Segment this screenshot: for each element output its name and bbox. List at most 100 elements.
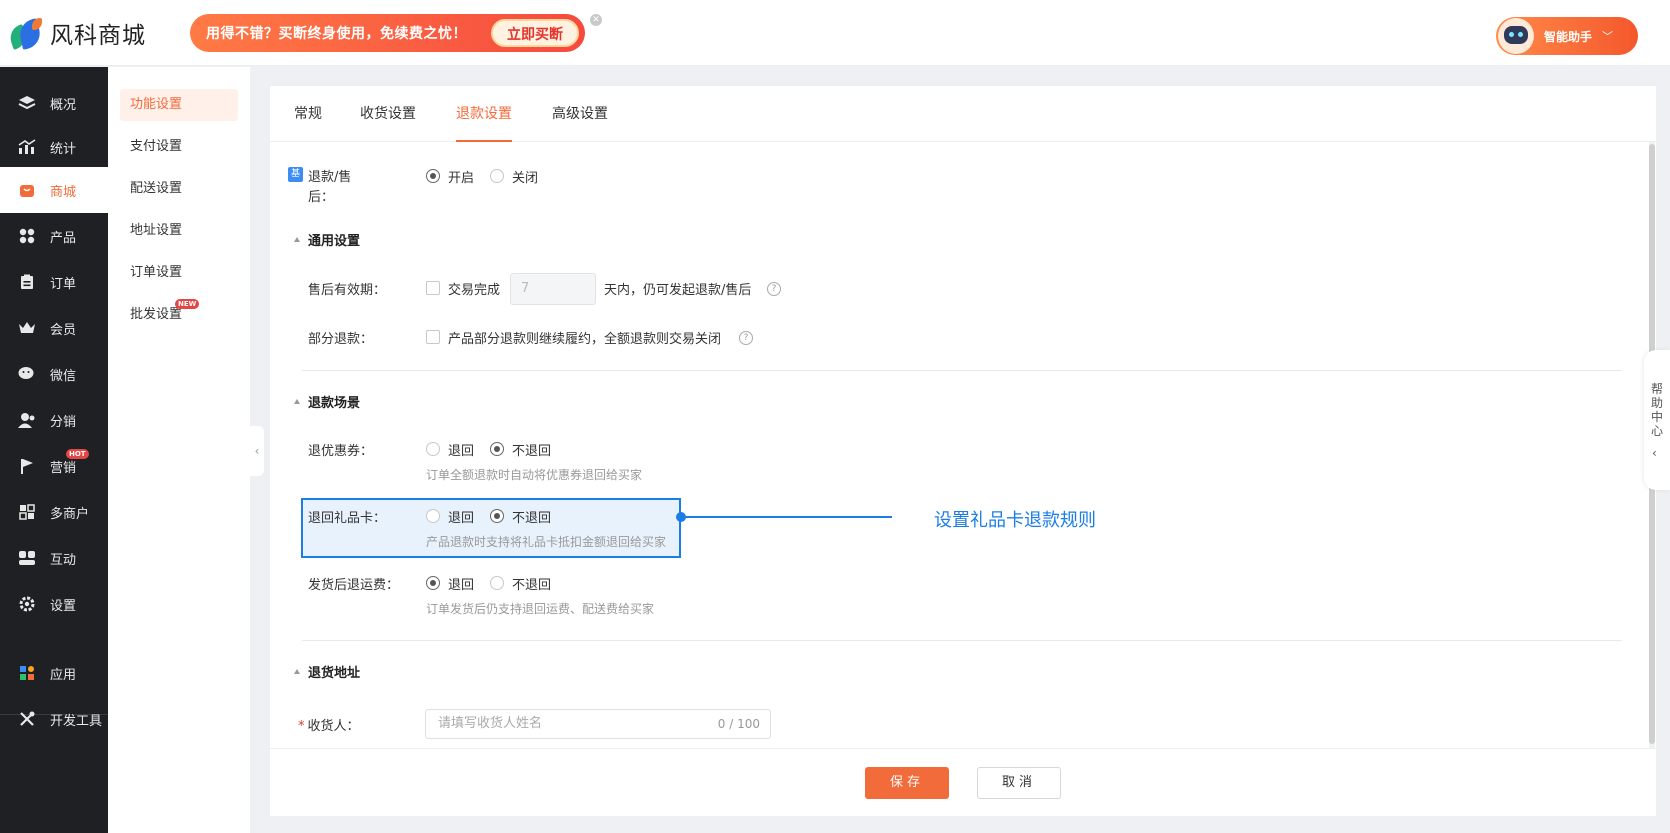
collapse-sidebar-chevron-icon[interactable]: ‹ xyxy=(250,426,264,476)
sidebar-item-orders[interactable]: 订单 xyxy=(0,259,108,305)
coupon-no-return-radio[interactable] xyxy=(490,442,504,456)
sidebar-item-interaction[interactable]: 互动 xyxy=(0,535,108,581)
sidebar-item-dev-tools[interactable]: 开发工具 xyxy=(0,696,108,742)
sidebar-item-wechat[interactable]: 微信 xyxy=(0,351,108,397)
help-question-icon[interactable]: ? xyxy=(767,282,781,296)
sidebar-item-multi-merchant[interactable]: 多商户 xyxy=(0,489,108,535)
refund-aftersale-label-line1: 退款/售 xyxy=(308,170,352,185)
shop-bag-icon xyxy=(18,181,36,199)
aftersale-days-input[interactable]: 7 xyxy=(510,273,596,305)
assistant-button[interactable]: 智能助手 ﹀ xyxy=(1496,17,1638,55)
refund-off-label[interactable]: 关闭 xyxy=(512,167,538,186)
tab-general[interactable]: 常规 xyxy=(294,86,322,142)
sidebar-item-stats[interactable]: 统计 xyxy=(0,124,108,170)
giftcard-return-label[interactable]: 退回 xyxy=(448,507,474,526)
robot-avatar-icon xyxy=(1498,18,1534,54)
clipboard-icon xyxy=(18,273,36,291)
refund-on-label[interactable]: 开启 xyxy=(448,167,474,186)
collapse-triangle-icon[interactable] xyxy=(294,669,300,674)
refund-on-radio[interactable] xyxy=(426,169,440,183)
section-divider xyxy=(302,370,1622,371)
tab-bar: 常规 收货设置 退款设置 高级设置 xyxy=(270,86,1656,142)
aftersale-checkbox[interactable] xyxy=(426,281,440,295)
tab-receiving[interactable]: 收货设置 xyxy=(360,86,416,142)
partial-refund-checkbox[interactable] xyxy=(426,330,440,344)
sidebar-item-label: 商城 xyxy=(50,184,77,200)
logo-mark-icon xyxy=(6,18,44,50)
cancel-button[interactable]: 取消 xyxy=(977,767,1061,799)
giftcard-no-return-radio[interactable] xyxy=(490,509,504,523)
tab-advanced[interactable]: 高级设置 xyxy=(552,86,608,142)
sidebar-item-marketing[interactable]: 营销 HOT xyxy=(0,443,108,489)
coupon-refund-label: 退优惠券： xyxy=(308,444,374,459)
help-question-icon[interactable]: ? xyxy=(739,331,753,345)
sidebar-item-overview[interactable]: 概况 xyxy=(0,80,108,126)
help-center-label: 帮助中心 xyxy=(1651,382,1664,438)
subnav-item-function-settings[interactable]: 功能设置 xyxy=(120,89,238,121)
callout-line xyxy=(684,516,892,518)
coupon-return-radio[interactable] xyxy=(426,442,440,456)
shipping-no-return-label[interactable]: 不退回 xyxy=(512,574,551,593)
giftcard-return-radio[interactable] xyxy=(426,509,440,523)
shipping-return-label[interactable]: 退回 xyxy=(448,574,474,593)
partial-refund-checkbox-label[interactable]: 产品部分退款则继续履约，全额退款则交易关闭 xyxy=(448,328,721,347)
logo[interactable]: 风科商城 xyxy=(6,16,146,50)
people-icon xyxy=(18,549,36,567)
chevron-left-icon: ‹ xyxy=(1652,446,1657,460)
sidebar-item-label: 分销 xyxy=(50,414,77,430)
logo-text: 风科商城 xyxy=(50,23,146,49)
receiver-name-placeholder: 请填写收货人姓名 xyxy=(438,716,543,731)
apps-icon xyxy=(18,664,36,682)
sidebar-item-products[interactable]: 产品 xyxy=(0,213,108,259)
refund-off-radio[interactable] xyxy=(490,169,504,183)
aftersale-period-label: 售后有效期： xyxy=(308,283,387,298)
sidebar-item-label: 概况 xyxy=(50,97,77,113)
collapse-triangle-icon[interactable] xyxy=(294,237,300,242)
receiver-name-input[interactable]: 请填写收货人姓名 0 / 100 xyxy=(425,709,771,739)
shipping-return-radio[interactable] xyxy=(426,576,440,590)
promo-banner[interactable]: 用得不错？买断终身使用，免续费之忧！ 立即买断 xyxy=(190,14,585,52)
section-title-refund-scene: 退款场景 xyxy=(308,396,361,411)
top-bar: 风科商城 用得不错？买断终身使用，免续费之忧！ 立即买断 ✕ 智能助手 ﹀ xyxy=(0,0,1670,66)
coupon-no-return-label[interactable]: 不退回 xyxy=(512,440,551,459)
sidebar-item-shop[interactable]: 商城 xyxy=(0,167,108,213)
shipping-no-return-radio[interactable] xyxy=(490,576,504,590)
receiver-char-count: 0 / 100 xyxy=(717,717,760,731)
sidebar-item-label: 订单 xyxy=(50,276,77,292)
collapse-triangle-icon[interactable] xyxy=(294,399,300,404)
section-title-return-address: 退货地址 xyxy=(308,666,361,681)
sidebar-item-label: 互动 xyxy=(50,552,77,568)
subnav-item-payment-settings[interactable]: 支付设置 xyxy=(120,131,238,163)
grid-icon xyxy=(18,227,36,245)
sidebar-item-label: 营销 xyxy=(50,460,77,476)
sidebar-item-apps[interactable]: 应用 xyxy=(0,650,108,696)
sub-sidebar: 功能设置 支付设置 配送设置 地址设置 订单设置 批发设置 NEW xyxy=(108,67,250,833)
sidebar-item-distribution[interactable]: 分销 xyxy=(0,397,108,443)
coupon-return-label[interactable]: 退回 xyxy=(448,440,474,459)
shipping-hint: 订单发货后仍支持退回运费、配送费给买家 xyxy=(426,602,655,616)
receiver-label: 收货人： xyxy=(307,719,360,734)
subnav-item-address-settings[interactable]: 地址设置 xyxy=(120,215,238,247)
save-button[interactable]: 保存 xyxy=(865,767,949,799)
sidebar-item-members[interactable]: 会员 xyxy=(0,305,108,351)
help-center-tab[interactable]: 帮助中心 ‹ xyxy=(1644,350,1670,490)
sidebar-item-label: 开发工具 xyxy=(50,713,103,729)
gear-icon xyxy=(18,595,36,613)
aftersale-checkbox-label[interactable]: 交易完成 xyxy=(448,279,500,298)
subnav-item-label: 批发设置 xyxy=(130,307,183,322)
assistant-label: 智能助手 xyxy=(1544,29,1593,44)
basic-tag-icon: 基 xyxy=(288,167,303,182)
subnav-item-delivery-settings[interactable]: 配送设置 xyxy=(120,173,238,205)
flag-icon xyxy=(18,457,36,475)
giftcard-no-return-label[interactable]: 不退回 xyxy=(512,507,551,526)
sidebar-item-label: 统计 xyxy=(50,141,77,157)
sidebar-item-label: 应用 xyxy=(50,667,77,683)
subnav-item-order-settings[interactable]: 订单设置 xyxy=(120,257,238,289)
buyout-button[interactable]: 立即买断 xyxy=(491,19,579,47)
tab-refund[interactable]: 退款设置 xyxy=(456,86,512,142)
promo-close-icon[interactable]: ✕ xyxy=(590,14,602,26)
sidebar-item-settings[interactable]: 设置 xyxy=(0,581,108,627)
main-panel: 常规 收货设置 退款设置 高级设置 基 退款/售 后： 开启 关闭 通用设置 售… xyxy=(270,86,1656,816)
sidebar-item-label: 微信 xyxy=(50,368,77,384)
chart-icon xyxy=(18,138,36,156)
